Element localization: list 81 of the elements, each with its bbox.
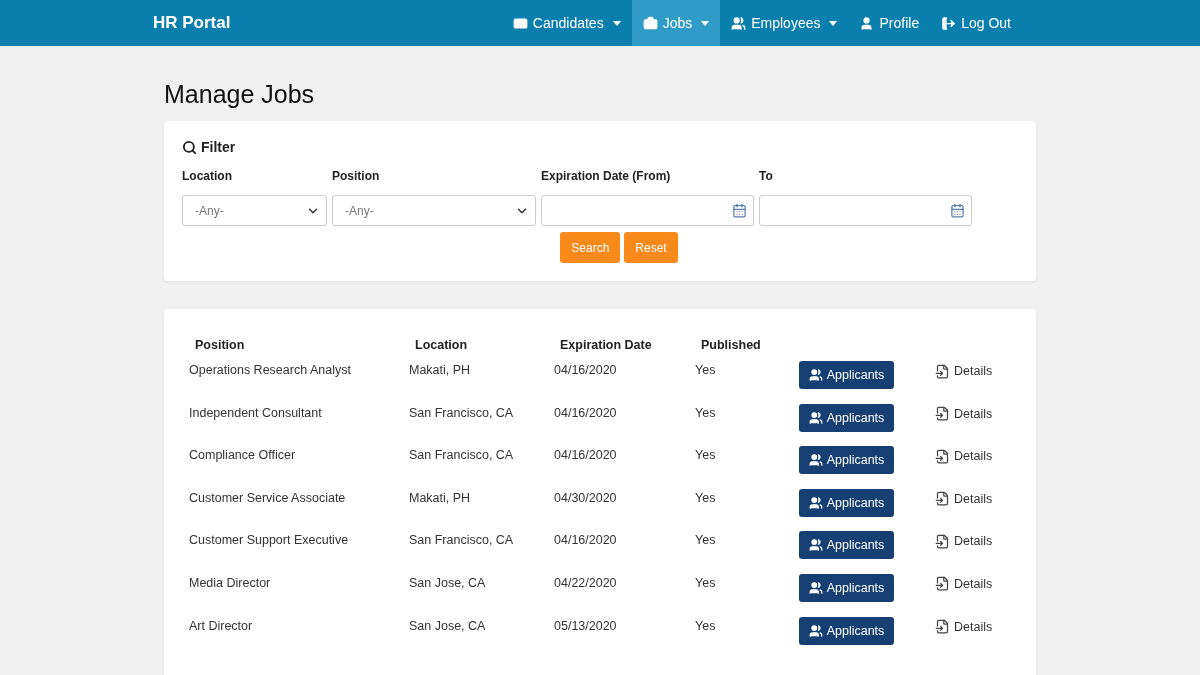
logout-icon: [941, 15, 957, 31]
details-link[interactable]: Details: [935, 618, 993, 635]
nav-item[interactable]: Candidates: [501, 0, 632, 46]
date-field[interactable]: [541, 195, 754, 226]
search-icon: [182, 139, 197, 155]
table-cell-text: Independent Consultant: [189, 405, 323, 422]
users-icon: [808, 368, 823, 382]
table-cell-text: Yes: [695, 575, 717, 592]
applicants-button[interactable]: Applicants: [799, 361, 894, 389]
select-field[interactable]: -Any-: [332, 195, 536, 226]
file-arrow-icon: [935, 576, 950, 592]
field-label: Location: [182, 169, 233, 185]
table-cell-text: 04/16/2020: [554, 533, 618, 550]
nav-item[interactable]: Profile: [848, 0, 931, 46]
applicants-button[interactable]: Applicants: [799, 488, 894, 517]
details-link[interactable]: Details: [935, 405, 993, 422]
applicants-button[interactable]: Applicants: [799, 446, 894, 475]
column-header: Position: [194, 337, 246, 354]
page-title: Manage Jobs: [164, 80, 316, 109]
table-cell-text: 05/13/2020: [554, 618, 618, 635]
table-cell-text: San Francisco, CA: [409, 533, 515, 550]
table-cell-text: Customer Support Executive: [189, 533, 350, 550]
column-header: Published: [700, 337, 762, 354]
table-cell-text: Yes: [695, 363, 717, 379]
table-cell-text: 04/16/2020: [554, 448, 618, 465]
details-link[interactable]: Details: [935, 363, 993, 379]
users-icon: [808, 410, 823, 425]
table-cell-text: 04/16/2020: [554, 405, 618, 422]
table-cell-text: San Francisco, CA: [409, 405, 515, 422]
file-arrow-icon: [935, 406, 950, 422]
table-cell-text: Operations Research Analyst: [189, 363, 352, 379]
users-icon: [808, 580, 823, 595]
column-header: Location: [414, 337, 469, 354]
file-arrow-icon: [935, 363, 950, 379]
field-label: Expiration Date (From): [541, 169, 672, 185]
table-cell-text: Makati, PH: [409, 490, 472, 507]
table-cell-text: Customer Service Associate: [189, 490, 347, 507]
table-cell-text: Yes: [695, 490, 717, 507]
table-cell-text: Yes: [695, 618, 717, 635]
file-arrow-icon: [935, 619, 950, 635]
details-link[interactable]: Details: [935, 533, 993, 550]
filter-title: Filter: [201, 139, 236, 155]
table-cell-text: Yes: [695, 448, 717, 465]
table-cell-text: San Francisco, CA: [409, 448, 515, 465]
table-cell-text: San Jose, CA: [409, 575, 487, 592]
details-link[interactable]: Details: [935, 490, 993, 507]
users-icon: [808, 623, 823, 638]
table-cell-text: Compliance Officer: [189, 448, 297, 465]
file-arrow-icon: [935, 448, 950, 464]
users-icon: [808, 453, 823, 468]
table-cell-text: Art Director: [189, 618, 254, 635]
calendar-icon: [950, 203, 965, 218]
table-cell-text: 04/16/2020: [554, 363, 618, 379]
details-link[interactable]: Details: [935, 448, 993, 465]
table-cell-text: San Jose, CA: [409, 618, 487, 635]
table-cell-text: Makati, PH: [409, 363, 472, 379]
file-arrow-icon: [935, 491, 950, 507]
users-icon: [731, 15, 747, 31]
table-cell-text: Media Director: [189, 575, 272, 592]
brand-title: HR Portal: [153, 13, 231, 33]
users-icon: [808, 538, 823, 553]
calendar-icon: [732, 203, 747, 218]
table-cell-text: 04/22/2020: [554, 575, 618, 592]
field-label: Position: [332, 169, 381, 185]
table-cell-text: 04/30/2020: [554, 490, 618, 507]
field-label: To: [759, 169, 774, 185]
applicants-button[interactable]: Applicants: [799, 531, 894, 560]
date-field[interactable]: [759, 195, 972, 226]
users-icon: [808, 495, 823, 510]
nav-item[interactable]: Employees: [720, 0, 849, 46]
details-link[interactable]: Details: [935, 575, 993, 592]
file-arrow-icon: [935, 533, 950, 549]
user-icon: [859, 15, 875, 31]
column-header: Expiration Date: [559, 337, 653, 354]
table-cell-text: Yes: [695, 405, 717, 422]
table-cell-text: Yes: [695, 533, 717, 550]
applicants-button[interactable]: Applicants: [799, 403, 894, 432]
applicants-button[interactable]: Applicants: [799, 573, 894, 602]
select-field[interactable]: -Any-: [182, 195, 327, 226]
nav-item[interactable]: Log Out: [930, 0, 1022, 46]
applicants-button[interactable]: Applicants: [799, 616, 894, 645]
